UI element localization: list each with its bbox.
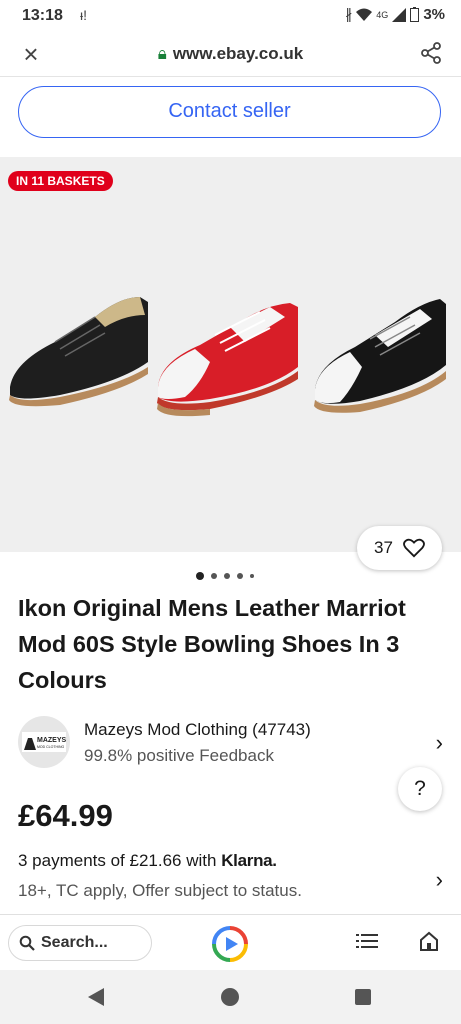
carousel-dot[interactable] — [237, 573, 243, 579]
search-button[interactable]: Search... — [8, 925, 152, 961]
chevron-right-icon: › — [435, 730, 443, 755]
search-icon — [19, 935, 35, 951]
klarna-terms: 18+, TC apply, Offer subject to status. — [18, 881, 302, 900]
carousel-dot[interactable] — [224, 573, 230, 579]
product-image — [9, 297, 446, 417]
watch-button[interactable]: 37 — [357, 526, 442, 570]
carousel-dot[interactable] — [250, 574, 254, 578]
carousel-dot[interactable] — [211, 573, 217, 579]
klarna-logo: Klarna. — [221, 851, 277, 870]
carousel-dot[interactable] — [196, 572, 204, 580]
url-display[interactable]: 🔒︎ www.ebay.co.uk — [0, 44, 461, 64]
klarna-payments-text: 3 payments of £21.66 with — [18, 851, 217, 870]
heart-icon — [403, 538, 425, 558]
seller-info[interactable]: MAZEYS MOD CLOTHING Mazeys Mod Clothing … — [18, 714, 443, 772]
chevron-right-icon: › — [435, 867, 443, 892]
signal-icon — [392, 7, 407, 22]
home-nav-icon[interactable] — [221, 988, 239, 1006]
search-placeholder: Search... — [41, 934, 108, 951]
home-icon[interactable] — [419, 931, 439, 951]
url-text: www.ebay.co.uk — [172, 44, 304, 63]
help-button[interactable]: ? — [398, 767, 442, 811]
bottom-navigation: Search... — [0, 914, 461, 971]
contact-seller-button[interactable]: Contact seller — [18, 86, 441, 138]
klarna-payment-info[interactable]: 3 payments of £21.66 with Klarna. 18+, T… — [18, 851, 443, 907]
share-icon[interactable] — [419, 41, 443, 65]
battery-icon — [410, 7, 420, 22]
system-navigation-bar — [0, 970, 461, 1024]
product-price: £64.99 — [18, 798, 113, 833]
back-icon[interactable] — [88, 988, 104, 1006]
seller-logo-subtext: MOD CLOTHING — [37, 745, 65, 749]
shoe-black — [9, 297, 148, 407]
product-title: Ikon Original Mens Leather Marriot Mod 6… — [18, 595, 406, 693]
product-image-gallery[interactable]: IN 11 BASKETS — [0, 157, 461, 552]
browser-url-bar: × 🔒︎ www.ebay.co.uk — [0, 32, 461, 77]
seller-logo: MAZEYS MOD CLOTHING — [18, 716, 70, 768]
seller-feedback: 99.8% positive Feedback — [84, 746, 274, 765]
battery-percent: 3% — [423, 6, 445, 23]
klarna-payments-line: 3 payments of £21.66 with Klarna. — [18, 851, 277, 871]
seller-logo-text: MAZEYS — [37, 737, 67, 744]
status-bar: 13:18 ᵼ! ∦ 4G 3% — [0, 0, 461, 32]
google-play-icon[interactable] — [212, 926, 248, 962]
watch-count: 37 — [374, 538, 393, 557]
menu-icon[interactable] — [356, 933, 378, 949]
seller-name: Mazeys Mod Clothing (47743) — [84, 720, 311, 739]
network-label: 4G — [376, 9, 389, 20]
status-icons: ∦ 4G 3% — [345, 6, 445, 23]
notification-icon: ᵼ! — [80, 7, 87, 23]
carousel-dots — [196, 572, 254, 580]
bluetooth-icon: ∦ — [345, 6, 353, 22]
wifi-icon — [356, 8, 373, 21]
shoe-red-white — [157, 303, 298, 417]
shoe-black-white — [314, 299, 446, 413]
lock-icon: 🔒︎ — [157, 44, 167, 63]
status-time: 13:18 — [22, 7, 63, 24]
recent-apps-icon[interactable] — [355, 989, 371, 1005]
